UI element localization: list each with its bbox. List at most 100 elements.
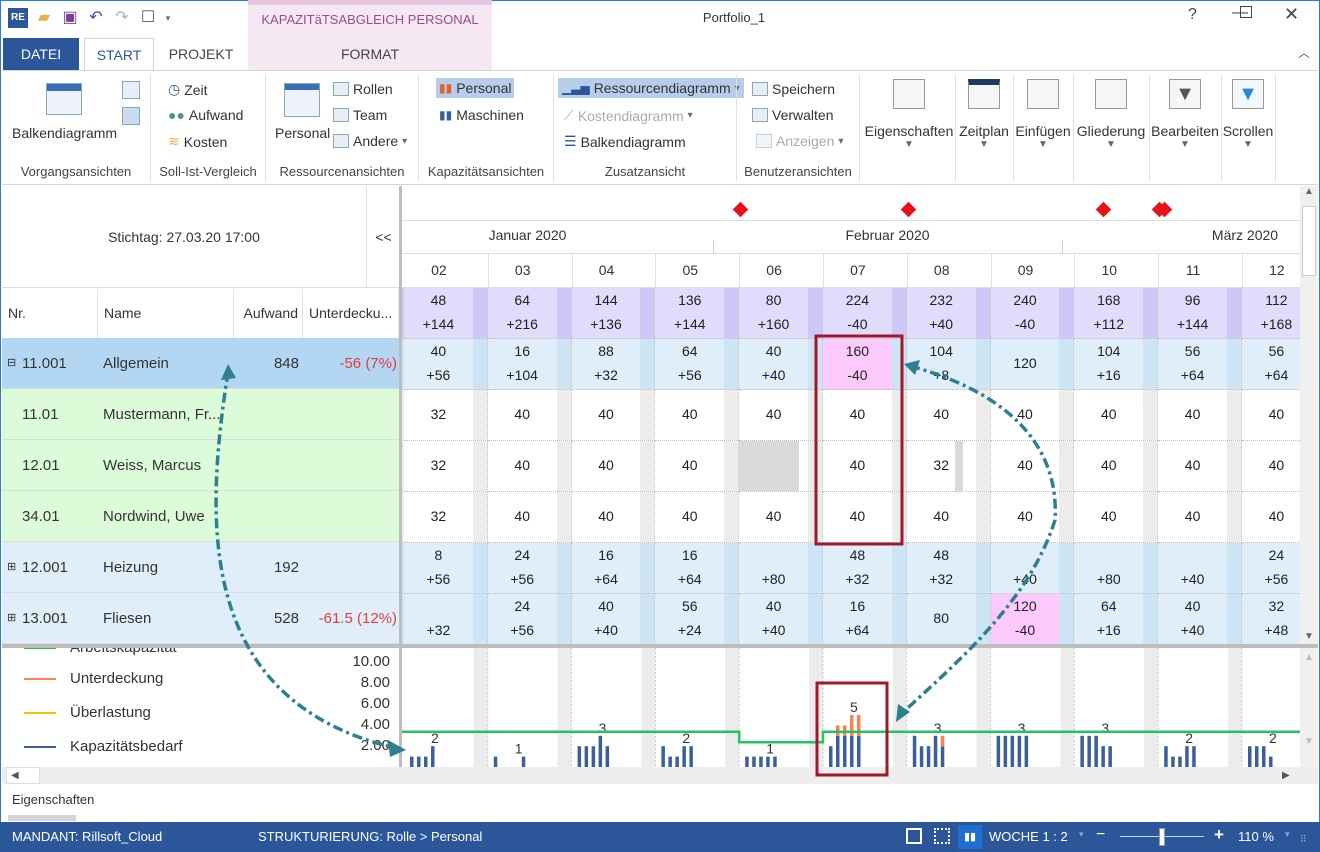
zoom-slider-thumb[interactable] [1159,828,1165,846]
grid-cell[interactable]: 240 -40 [990,288,1075,339]
grid-cell[interactable]: 40 [990,390,1075,441]
grid-cell[interactable]: 24 +56 [1242,543,1300,594]
kosten-button[interactable]: ≋ Kosten [168,133,227,150]
rollen-button[interactable]: Rollen [333,81,393,97]
grid-cell[interactable]: 104 +16 [1074,339,1159,390]
zusatz-balkendiagramm-button[interactable]: ☰ Balkendiagramm [564,133,686,150]
scroll-up-icon[interactable]: ▲ [1300,652,1318,663]
grid-cell[interactable]: 40 [906,390,991,441]
table-row[interactable]: 11.01 Mustermann, Fr... [2,389,400,440]
gliederung-button[interactable]: Gliederung ▼ [1074,79,1148,150]
grid-cell[interactable] [739,441,823,492]
grid-cell[interactable]: 56 +64 [1158,339,1242,390]
zoom-in-button[interactable]: + [1214,825,1224,845]
table-view-icon[interactable] [934,828,950,844]
grid-cell[interactable]: 40 [990,492,1075,543]
grid-cell[interactable]: +40 [990,543,1075,594]
grid-cell[interactable]: 120 [990,339,1075,390]
scroll-down-icon[interactable]: ▼ [1300,631,1318,642]
window-icon[interactable]: ☐ [138,8,158,28]
team-button[interactable]: Team [333,107,387,123]
customize-dropdown-icon[interactable]: ▾ [164,8,172,28]
grid-cell[interactable]: 40 [1242,441,1300,492]
grid-cell[interactable]: 64 +56 [655,339,740,390]
grid-cell[interactable]: 32 [906,441,991,492]
grid-cell[interactable]: 40 +40 [739,594,823,644]
zoom-out-button[interactable]: − [1096,826,1105,844]
scroll-down-icon[interactable]: ▼ [1300,736,1318,747]
grid-cell[interactable]: 48 +32 [906,543,991,594]
help-icon[interactable]: ? [1188,6,1197,24]
grid-cell[interactable]: 40 [823,390,907,441]
time-scale-dropdown[interactable]: WOCHE 1 : 2 [989,829,1068,844]
grid-cell[interactable]: 136 +144 [655,288,740,339]
calendar-view-icon[interactable] [122,107,140,125]
grid-vertical-scrollbar[interactable]: ▲ ▼ [1300,186,1318,644]
grid-cell[interactable]: 8 +56 [404,543,488,594]
grid-cell[interactable]: 24 +56 [487,594,572,644]
grid-cell[interactable]: 40 [487,390,572,441]
grid-cell[interactable]: 40 [571,390,656,441]
grid-cell[interactable]: 40 +56 [404,339,488,390]
grid-cell[interactable]: 104 +8 [906,339,991,390]
grid-cell[interactable]: 32 [404,441,488,492]
grid-cell[interactable]: 48 +144 [404,288,488,339]
personal-view-button[interactable]: Personal [275,125,330,141]
column-header-name[interactable]: Name [98,289,234,338]
grid-cell[interactable]: 40 [655,441,740,492]
column-header-nr[interactable]: Nr. [2,289,98,338]
expand-toggle-icon[interactable]: ⊞ [7,593,16,644]
tab-projekt[interactable]: PROJEKT [160,38,242,70]
expand-toggle-icon[interactable]: ⊟ [7,338,16,389]
close-button[interactable]: ✕ [1284,4,1299,25]
grid-cell[interactable]: 40 [990,441,1075,492]
maschinen-button[interactable]: ▮▮ Maschinen [439,107,524,123]
balkendiagramm-button[interactable]: Balkendiagramm [12,125,117,141]
scroll-up-icon[interactable]: ▲ [1300,186,1318,197]
grid-cell[interactable]: 40 [487,492,572,543]
grid-cell[interactable]: 40 [1158,441,1242,492]
grid-cell[interactable]: 40 +40 [571,594,656,644]
network-view-icon[interactable] [122,81,140,99]
grid-cell[interactable]: 96 +144 [1158,288,1242,339]
grid-cell[interactable]: 40 [1158,492,1242,543]
table-row[interactable]: ⊟ 11.001 Allgemein 848 -56 (7%) [2,338,400,389]
save-icon[interactable]: ▣ [60,8,80,28]
chart-vertical-scrollbar[interactable]: ▲ ▼ [1300,648,1318,767]
tab-format[interactable]: FORMAT [248,38,492,70]
grid-cell[interactable]: 64 +16 [1074,594,1159,644]
scroll-thumb[interactable] [1302,206,1316,276]
kapazitaet-personal-button[interactable]: ▮▮ Personal [436,78,515,98]
tab-start[interactable]: START [84,38,154,71]
grid-cell[interactable]: 56 +64 [1242,339,1300,390]
zoom-level[interactable]: 110 % [1238,829,1274,844]
grid-cell[interactable]: 64 +216 [487,288,572,339]
gantt-view-icon[interactable] [906,828,922,844]
speichern-button[interactable]: Speichern [752,81,835,97]
dropdown-caret-icon[interactable]: ▾ [1285,829,1290,840]
redo-icon[interactable]: ↷ [112,8,132,28]
grid-cell[interactable]: 40 [1074,390,1159,441]
grid-cell[interactable]: 40 [487,441,572,492]
grid-cell[interactable]: 32 [404,492,488,543]
scrollen-button[interactable]: ▼ Scrollen ▼ [1222,79,1274,150]
collapse-ribbon-icon[interactable]: ︿ [1298,44,1310,61]
scroll-left-icon[interactable]: ◀ [6,767,40,784]
table-row[interactable]: ⊞ 12.001 Heizung 192 [2,542,400,593]
open-folder-icon[interactable]: ▰ [34,8,54,28]
collapse-panel-button[interactable]: << [366,186,400,288]
grid-cell[interactable]: 120 -40 [990,594,1075,644]
anzeigen-button[interactable]: Anzeigen ▾ [756,133,843,149]
eigenschaften-button[interactable]: Eigenschaften ▼ [864,79,954,150]
tab-datei[interactable]: DATEI [3,38,79,70]
grid-cell[interactable]: 232 +40 [906,288,991,339]
grid-cell[interactable]: 40 [571,492,656,543]
grid-cell[interactable]: 16 +64 [655,543,740,594]
grid-cell[interactable]: 40 [1242,390,1300,441]
grid-cell[interactable]: +40 [1158,543,1242,594]
grid-cell[interactable]: 80 +160 [739,288,823,339]
verwalten-button[interactable]: Verwalten [752,107,833,123]
zeit-button[interactable]: ◷ Zeit [168,81,208,98]
grid-cell[interactable]: 40 [906,492,991,543]
dropdown-caret-icon[interactable]: ▾ [1079,829,1084,840]
